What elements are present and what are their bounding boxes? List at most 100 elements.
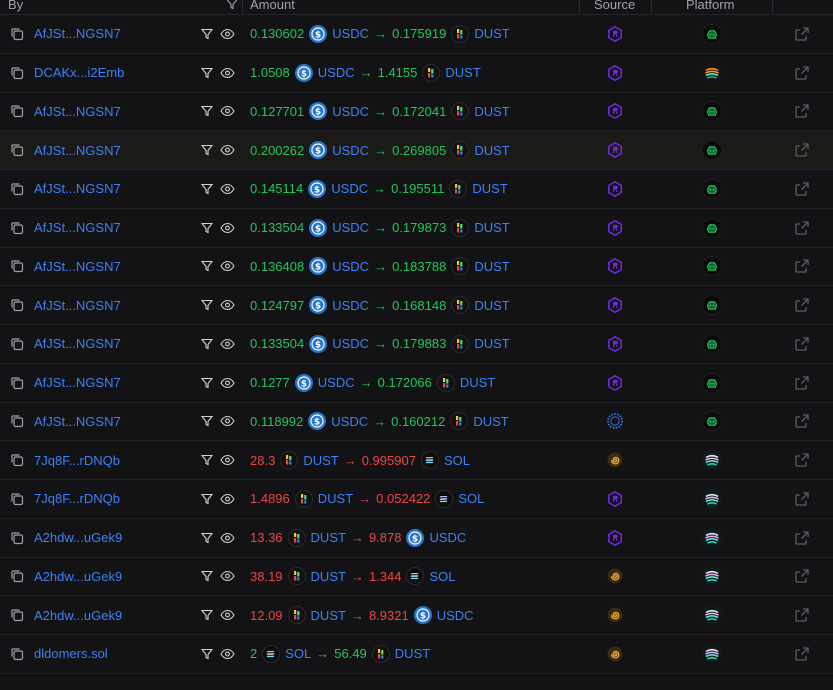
output-token-symbol[interactable]: DUST	[395, 646, 430, 661]
copy-icon[interactable]	[10, 15, 24, 53]
external-link-icon[interactable]	[794, 54, 810, 92]
column-header-by[interactable]: By	[8, 0, 23, 12]
filter-by-wallet-icon[interactable]	[201, 519, 213, 557]
copy-icon[interactable]	[10, 519, 24, 557]
copy-icon[interactable]	[10, 248, 24, 286]
output-token-symbol[interactable]: DUST	[474, 26, 509, 41]
filter-by-wallet-icon[interactable]	[201, 131, 213, 169]
filter-by-wallet-icon[interactable]	[201, 209, 213, 247]
output-token-symbol[interactable]: DUST	[474, 143, 509, 158]
filter-by-wallet-icon[interactable]	[201, 558, 213, 596]
output-token-symbol[interactable]: USDC	[429, 530, 466, 545]
filter-icon[interactable]	[226, 0, 238, 10]
filter-by-wallet-icon[interactable]	[201, 325, 213, 363]
column-header-source[interactable]: Source	[594, 0, 635, 12]
column-header-amount[interactable]: Amount	[250, 0, 295, 12]
eye-icon[interactable]	[220, 480, 235, 518]
output-token-symbol[interactable]: SOL	[429, 569, 455, 584]
filter-by-wallet-icon[interactable]	[201, 15, 213, 53]
wallet-address-link[interactable]: AfJSt...NGSN7	[34, 325, 121, 363]
wallet-address-link[interactable]: A2hdw...uGek9	[34, 519, 122, 557]
copy-icon[interactable]	[10, 209, 24, 247]
filter-by-wallet-icon[interactable]	[201, 403, 213, 441]
external-link-icon[interactable]	[794, 248, 810, 286]
eye-icon[interactable]	[220, 209, 235, 247]
wallet-address-link[interactable]: AfJSt...NGSN7	[34, 248, 121, 286]
wallet-address-link[interactable]: AfJSt...NGSN7	[34, 15, 121, 53]
eye-icon[interactable]	[220, 286, 235, 324]
input-token-symbol[interactable]: USDC	[332, 220, 369, 235]
external-link-icon[interactable]	[794, 519, 810, 557]
input-token-symbol[interactable]: USDC	[318, 375, 355, 390]
output-token-symbol[interactable]: SOL	[458, 491, 484, 506]
copy-icon[interactable]	[10, 403, 24, 441]
output-token-symbol[interactable]: DUST	[474, 298, 509, 313]
wallet-address-link[interactable]: 7Jq8F...rDNQb	[34, 480, 120, 518]
wallet-address-link[interactable]: AfJSt...NGSN7	[34, 93, 121, 131]
filter-by-wallet-icon[interactable]	[201, 480, 213, 518]
wallet-address-link[interactable]: AfJSt...NGSN7	[34, 170, 121, 208]
eye-icon[interactable]	[220, 364, 235, 402]
output-token-symbol[interactable]: DUST	[474, 220, 509, 235]
wallet-address-link[interactable]: dldomers.sol	[34, 635, 108, 673]
output-token-symbol[interactable]: DUST	[472, 181, 507, 196]
input-token-symbol[interactable]: USDC	[332, 26, 369, 41]
external-link-icon[interactable]	[794, 403, 810, 441]
filter-by-wallet-icon[interactable]	[201, 248, 213, 286]
input-token-symbol[interactable]: DUST	[303, 453, 338, 468]
filter-by-wallet-icon[interactable]	[201, 286, 213, 324]
copy-icon[interactable]	[10, 635, 24, 673]
filter-by-wallet-icon[interactable]	[201, 441, 213, 479]
external-link-icon[interactable]	[794, 596, 810, 634]
wallet-address-link[interactable]: AfJSt...NGSN7	[34, 131, 121, 169]
copy-icon[interactable]	[10, 170, 24, 208]
output-token-symbol[interactable]: DUST	[460, 375, 495, 390]
eye-icon[interactable]	[220, 54, 235, 92]
copy-icon[interactable]	[10, 596, 24, 634]
copy-icon[interactable]	[10, 286, 24, 324]
eye-icon[interactable]	[220, 325, 235, 363]
filter-by-wallet-icon[interactable]	[201, 635, 213, 673]
output-token-symbol[interactable]: SOL	[444, 453, 470, 468]
output-token-symbol[interactable]: DUST	[445, 65, 480, 80]
eye-icon[interactable]	[220, 15, 235, 53]
input-token-symbol[interactable]: USDC	[331, 181, 368, 196]
output-token-symbol[interactable]: DUST	[474, 259, 509, 274]
filter-by-wallet-icon[interactable]	[201, 93, 213, 131]
external-link-icon[interactable]	[794, 480, 810, 518]
eye-icon[interactable]	[220, 131, 235, 169]
output-token-symbol[interactable]: USDC	[437, 608, 474, 623]
wallet-address-link[interactable]: AfJSt...NGSN7	[34, 403, 121, 441]
external-link-icon[interactable]	[794, 286, 810, 324]
wallet-address-link[interactable]: A2hdw...uGek9	[34, 558, 122, 596]
eye-icon[interactable]	[220, 403, 235, 441]
input-token-symbol[interactable]: USDC	[332, 298, 369, 313]
filter-by-wallet-icon[interactable]	[201, 170, 213, 208]
copy-icon[interactable]	[10, 558, 24, 596]
external-link-icon[interactable]	[794, 325, 810, 363]
output-token-symbol[interactable]: DUST	[474, 104, 509, 119]
external-link-icon[interactable]	[794, 93, 810, 131]
eye-icon[interactable]	[220, 596, 235, 634]
wallet-address-link[interactable]: AfJSt...NGSN7	[34, 286, 121, 324]
copy-icon[interactable]	[10, 364, 24, 402]
external-link-icon[interactable]	[794, 441, 810, 479]
copy-icon[interactable]	[10, 441, 24, 479]
input-token-symbol[interactable]: USDC	[332, 143, 369, 158]
copy-icon[interactable]	[10, 325, 24, 363]
wallet-address-link[interactable]: 7Jq8F...rDNQb	[34, 441, 120, 479]
copy-icon[interactable]	[10, 54, 24, 92]
wallet-address-link[interactable]: A2hdw...uGek9	[34, 596, 122, 634]
filter-by-wallet-icon[interactable]	[201, 364, 213, 402]
input-token-symbol[interactable]: USDC	[332, 104, 369, 119]
eye-icon[interactable]	[220, 170, 235, 208]
eye-icon[interactable]	[220, 635, 235, 673]
eye-icon[interactable]	[220, 519, 235, 557]
wallet-address-link[interactable]: AfJSt...NGSN7	[34, 209, 121, 247]
eye-icon[interactable]	[220, 248, 235, 286]
copy-icon[interactable]	[10, 131, 24, 169]
wallet-address-link[interactable]: DCAKx...i2Emb	[34, 54, 124, 92]
external-link-icon[interactable]	[794, 15, 810, 53]
filter-by-wallet-icon[interactable]	[201, 54, 213, 92]
external-link-icon[interactable]	[794, 131, 810, 169]
